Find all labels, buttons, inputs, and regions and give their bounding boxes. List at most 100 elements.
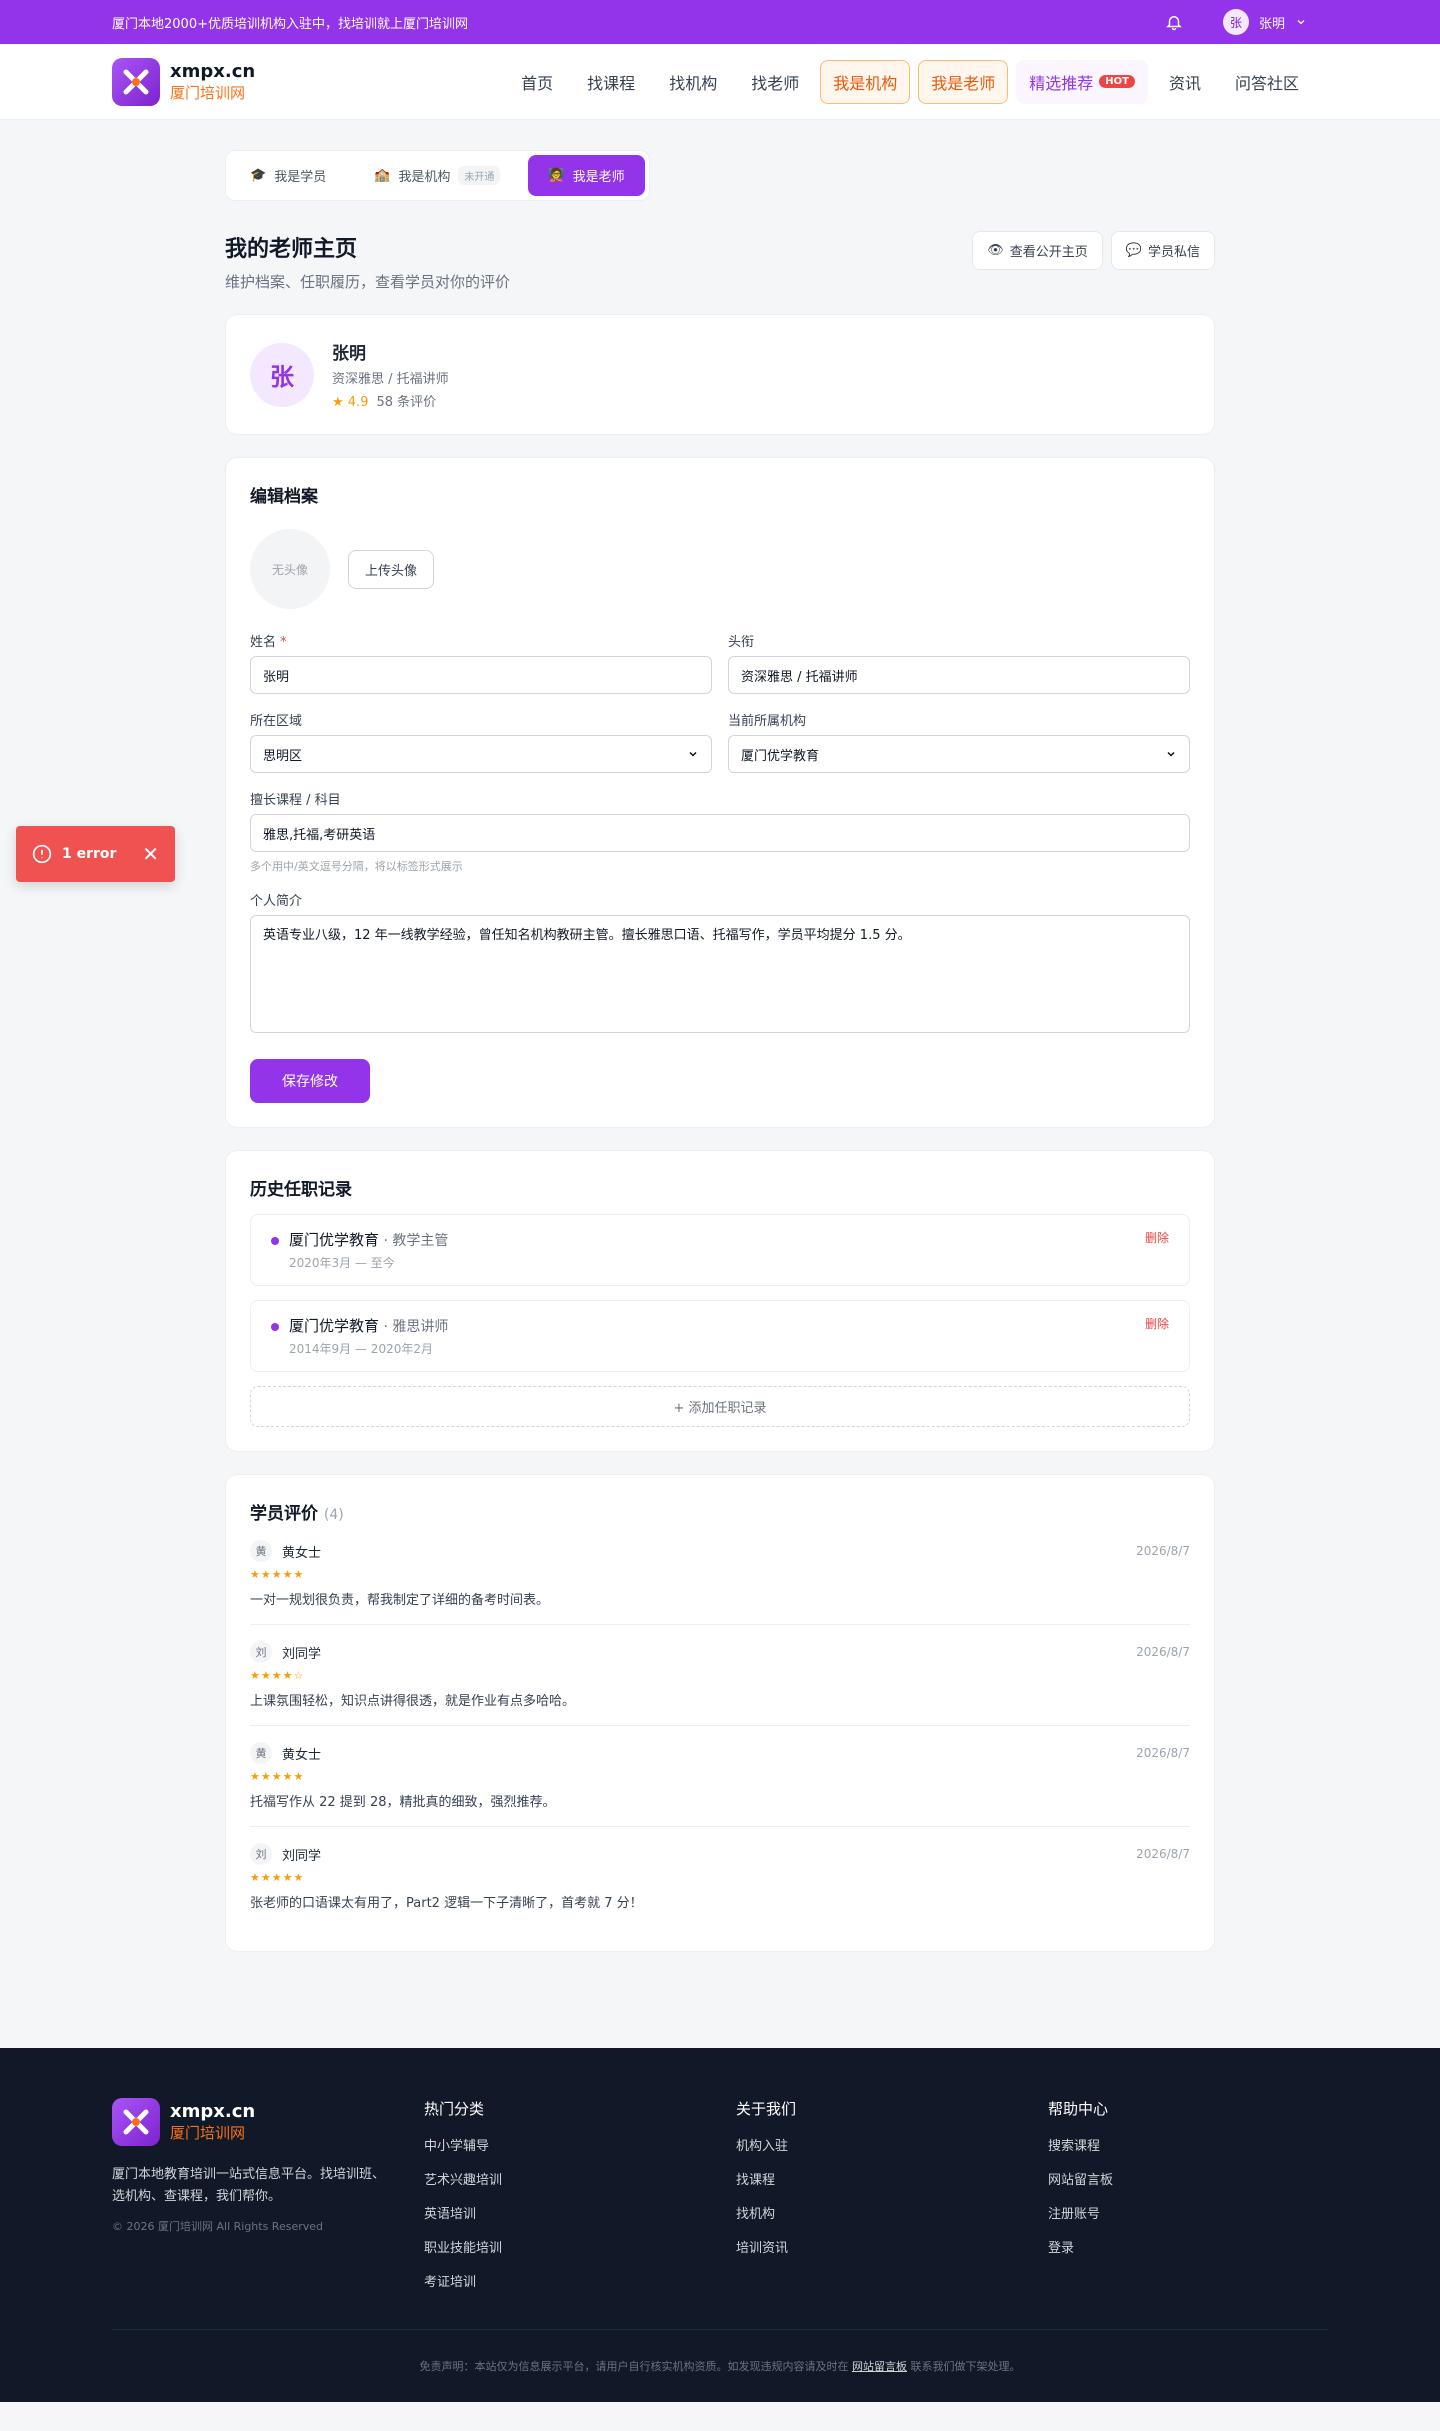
region-select[interactable]: 思明区 [250, 735, 712, 773]
copyright: © 2026 厦门培训网 All Rights Reserved [112, 2220, 324, 2234]
footer-link[interactable]: 找机构 [736, 2203, 1048, 2222]
footer-link[interactable]: 英语培训 [424, 2203, 736, 2222]
profile-summary-card: 张 张明 资深雅思 / 托福讲师 ★ 4.9 58 条评价 [225, 314, 1215, 435]
student-reviews-card: 学员评价 (4) 黄黄女士 2026/8/7 ★★★★★ 一对一规划很负责，帮我制… [225, 1474, 1215, 1952]
role-teacher-tab[interactable]: 🧑‍🏫 我是老师 [528, 155, 645, 196]
reviewer-name: 刘同学 [282, 1848, 322, 1864]
view-public-label: 查看公开主页 [1009, 245, 1088, 260]
nav-qa[interactable]: 问答社区 [1222, 60, 1312, 104]
error-toast[interactable]: 1 error ✕ [16, 826, 175, 882]
nav-orgs[interactable]: 找机构 [656, 60, 730, 104]
name-input[interactable]: 张明 [250, 656, 712, 694]
star-rating: ★★★★★ [250, 1770, 305, 1783]
logo-icon [112, 57, 160, 106]
page-subtitle: 维护档案、任职履历，查看学员对你的评价 [225, 273, 511, 291]
history-org: 厦门优学教育 [289, 1317, 380, 1335]
footer-col-title: 帮助中心 [1048, 2100, 1109, 2118]
footer-link[interactable]: 职业技能培训 [424, 2237, 736, 2256]
org-value: 厦门优学教育 [741, 748, 820, 764]
title-input[interactable]: 资深雅思 / 托福讲师 [728, 656, 1190, 694]
region-value: 思明区 [263, 748, 303, 764]
message-board-link[interactable]: 网站留言板 [852, 2360, 907, 2373]
footer-col-help: 帮助中心 搜索课程 网站留言板 注册账号 登录 [1048, 2098, 1328, 2305]
close-icon[interactable]: ✕ [142, 842, 159, 866]
nav-news[interactable]: 资讯 [1156, 60, 1214, 104]
footer-link[interactable]: 登录 [1048, 2237, 1328, 2256]
role-org-label: 我是机构 [398, 170, 451, 185]
nav-teachers[interactable]: 找老师 [738, 60, 812, 104]
history-role: · 雅思讲师 [379, 1319, 449, 1335]
nav-home[interactable]: 首页 [508, 60, 566, 104]
user-menu[interactable]: 张 张明 [1165, 9, 1307, 35]
review-text: 一对一规划很负责，帮我制定了详细的备考时间表。 [250, 1593, 550, 1608]
user-name: 张明 [1258, 16, 1285, 32]
messages-label: 学员私信 [1147, 245, 1200, 260]
teacher-icon: 🧑‍🏫 [548, 168, 565, 183]
reviewer-avatar: 黄 [250, 1540, 272, 1562]
nav-featured[interactable]: 精选推荐 HOT [1016, 59, 1148, 104]
bullet-dot [271, 1237, 279, 1245]
footer-link[interactable]: 培训资讯 [736, 2237, 1048, 2256]
role-student-label: 我是学员 [274, 170, 327, 185]
history-date: 2014年9月 — 2020年2月 [289, 1342, 433, 1356]
review-item: 黄黄女士 2026/8/7 ★★★★★ 一对一规划很负责，帮我制定了详细的备考时间… [250, 1524, 1190, 1625]
review-date: 2026/8/7 [1136, 1746, 1190, 1760]
nav-courses[interactable]: 找课程 [574, 60, 648, 104]
avatar-placeholder: 无头像 [250, 529, 330, 609]
history-date: 2020年3月 — 至今 [289, 1256, 395, 1270]
upload-avatar-button[interactable]: 上传头像 [348, 549, 435, 589]
bio-label: 个人简介 [250, 894, 303, 909]
review-date: 2026/8/7 [1136, 1847, 1190, 1861]
org-select[interactable]: 厦门优学教育 [728, 735, 1190, 773]
review-item: 黄黄女士 2026/8/7 ★★★★★ 托福写作从 22 提到 28，精批真的细致… [250, 1726, 1190, 1827]
delete-button[interactable]: 删除 [1145, 1315, 1169, 1357]
footer-link[interactable]: 找课程 [736, 2169, 1048, 2188]
role-teacher-label: 我是老师 [572, 170, 625, 185]
chevron-down-icon [1167, 751, 1175, 757]
view-public-page-button[interactable]: 👁 查看公开主页 [972, 231, 1103, 270]
footer-logo[interactable]: xmpx.cn 厦门培训网 [112, 2098, 424, 2146]
name-label-text: 姓名 [250, 635, 277, 650]
footer-link[interactable]: 考证培训 [424, 2271, 736, 2290]
history-item: 厦门优学教育 · 教学主管 2020年3月 — 至今 删除 [250, 1214, 1190, 1286]
rating-score: ★ 4.9 [332, 395, 369, 410]
footer-link[interactable]: 中小学辅导 [424, 2135, 736, 2154]
footer-col-title: 关于我们 [736, 2100, 797, 2118]
subjects-input[interactable]: 雅思,托福,考研英语 [250, 814, 1190, 852]
bell-icon[interactable] [1165, 13, 1183, 31]
logo-icon [112, 2098, 160, 2146]
history-org: 厦门优学教育 [289, 1231, 380, 1249]
site-logo[interactable]: xmpx.cn 厦门培训网 [112, 57, 255, 106]
region-label: 所在区域 [250, 714, 303, 729]
reviewer-avatar: 刘 [250, 1843, 272, 1865]
nav-i-am-teacher[interactable]: 我是老师 [918, 59, 1009, 104]
employment-history-card: 历史任职记录 厦门优学教育 · 教学主管 2020年3月 — 至今 删除 厦门优… [225, 1150, 1215, 1452]
main-nav: 首页 找课程 找机构 找老师 我是机构 我是老师 精选推荐 HOT 资讯 问答社区 [508, 59, 1312, 104]
save-button[interactable]: 保存修改 [250, 1059, 370, 1103]
required-mark: * [280, 635, 287, 650]
chevron-down-icon [689, 751, 697, 757]
nav-i-am-org[interactable]: 我是机构 [820, 59, 911, 104]
star-rating: ★★★★★ [250, 1568, 305, 1581]
footer-link[interactable]: 注册账号 [1048, 2203, 1328, 2222]
eye-icon: 👁 [987, 243, 1004, 258]
top-announcement-bar: 厦门本地2000+优质培训机构入驻中，找培训就上厦门培训网 张 张明 [0, 0, 1440, 44]
page-title: 我的老师主页 [225, 237, 358, 262]
footer-link[interactable]: 网站留言板 [1048, 2169, 1328, 2188]
footer-link[interactable]: 搜索课程 [1048, 2135, 1328, 2154]
bio-textarea[interactable]: 英语专业八级，12 年一线教学经验，曾任知名机构教研主管。擅长雅思口语、托福写作… [250, 915, 1190, 1033]
history-title: 历史任职记录 [250, 1180, 352, 1200]
add-history-button[interactable]: + 添加任职记录 [250, 1386, 1190, 1427]
role-org-tab[interactable]: 🏫 我是机构 未开通 [354, 155, 520, 196]
role-student-tab[interactable]: 🎓 我是学员 [230, 155, 346, 196]
footer-logo-subtitle: 厦门培训网 [170, 2124, 246, 2142]
student-messages-button[interactable]: 💬 学员私信 [1110, 231, 1215, 270]
logo-subtitle: 厦门培训网 [170, 83, 246, 102]
review-item: 刘刘同学 2026/8/7 ★★★★☆ 上课氛围轻松，知识点讲得很透，就是作业有点… [250, 1625, 1190, 1726]
hot-badge: HOT [1099, 75, 1135, 88]
footer-link[interactable]: 艺术兴趣培训 [424, 2169, 736, 2188]
delete-button[interactable]: 删除 [1145, 1229, 1169, 1271]
footer-link[interactable]: 机构入驻 [736, 2135, 1048, 2154]
subjects-hint: 多个用中/英文逗号分隔，将以标签形式展示 [250, 860, 463, 873]
org-label: 当前所属机构 [728, 714, 807, 729]
